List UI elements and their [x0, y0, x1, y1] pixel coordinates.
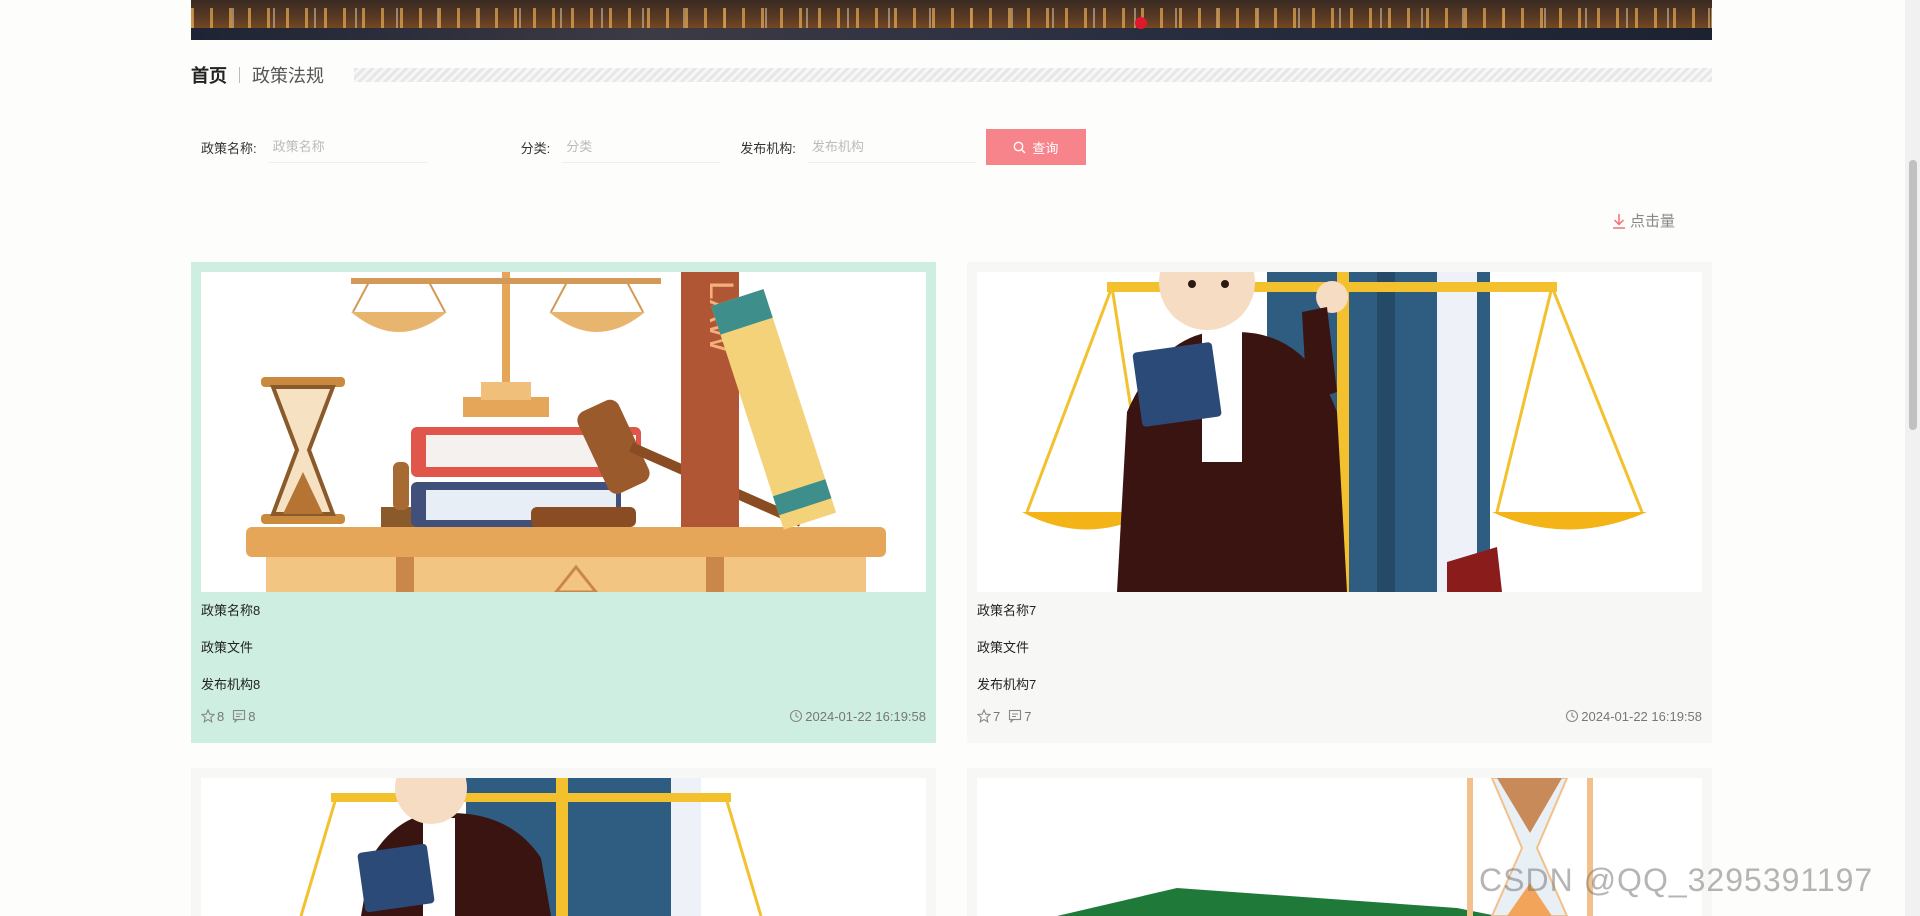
card-org: 发布机构7	[977, 677, 1037, 692]
card-meta: 8 8 2024-01-22 16:19:58	[201, 703, 926, 743]
policy-card[interactable]	[191, 768, 936, 916]
star-icon	[977, 709, 991, 723]
breadcrumb-current: 政策法规	[252, 66, 324, 86]
comment-icon	[1009, 709, 1022, 723]
download-arrow-icon	[1613, 213, 1625, 229]
breadcrumb-home[interactable]: 首页	[191, 62, 227, 88]
breadcrumb-separator	[239, 67, 240, 83]
card-org: 发布机构8	[201, 677, 261, 692]
policy-card[interactable]: 政策名称7 政策文件 发布机构7 7 7 2024-01-22 16:19:58	[967, 262, 1712, 743]
card-policy-name: 政策名称8	[201, 603, 261, 618]
org-input[interactable]	[807, 131, 976, 163]
card-category: 政策文件	[201, 640, 254, 655]
carousel-indicator-dot[interactable]	[1135, 17, 1147, 29]
card-comments: 7	[1024, 708, 1032, 724]
category-input[interactable]	[562, 131, 721, 163]
card-likes: 8	[217, 708, 225, 724]
city-lights	[191, 8, 1712, 28]
card-likes: 7	[993, 708, 1001, 724]
policy-card[interactable]: LAW 政策名称8 政策文件 发布机构8 8 8 2024-01-22 16:1…	[191, 262, 936, 743]
breadcrumb-divider	[354, 68, 1712, 82]
sort-by-clicks[interactable]: 点击量	[1612, 210, 1675, 231]
star-icon	[201, 709, 215, 723]
page-scrollbar[interactable]	[1905, 0, 1920, 916]
card-time: 2024-01-22 16:19:58	[1581, 708, 1702, 724]
clock-icon	[790, 709, 803, 723]
banner-water	[191, 28, 1712, 40]
card-meta: 7 7 2024-01-22 16:19:58	[977, 703, 1702, 743]
search-button[interactable]: 查询	[985, 129, 1086, 165]
category-label: 分类:	[520, 140, 551, 156]
search-button-label: 查询	[1032, 140, 1059, 156]
card-policy-name: 政策名称7	[977, 603, 1037, 618]
csdn-watermark: CSDN @QQ_3295391197	[1479, 862, 1874, 898]
org-label: 发布机构:	[740, 140, 796, 156]
card-comments: 8	[248, 708, 256, 724]
comment-icon	[233, 709, 246, 723]
banner-carousel[interactable]	[191, 0, 1712, 40]
clock-icon	[1566, 709, 1579, 723]
policy-name-label: 政策名称:	[201, 140, 257, 156]
sort-label: 点击量	[1630, 213, 1676, 230]
card-image-judge[interactable]	[201, 778, 926, 916]
search-bar: 政策名称: 分类: 发布机构: 查询	[191, 128, 1712, 166]
card-time: 2024-01-22 16:19:58	[805, 708, 926, 724]
scrollbar-thumb[interactable]	[1909, 160, 1917, 430]
card-category: 政策文件	[977, 640, 1030, 655]
card-image-law-scales[interactable]: LAW	[201, 272, 926, 592]
policy-name-input[interactable]	[268, 131, 427, 163]
breadcrumb: 首页 政策法规	[191, 62, 1712, 88]
search-icon	[1013, 141, 1026, 153]
card-image-judge[interactable]	[977, 272, 1702, 592]
